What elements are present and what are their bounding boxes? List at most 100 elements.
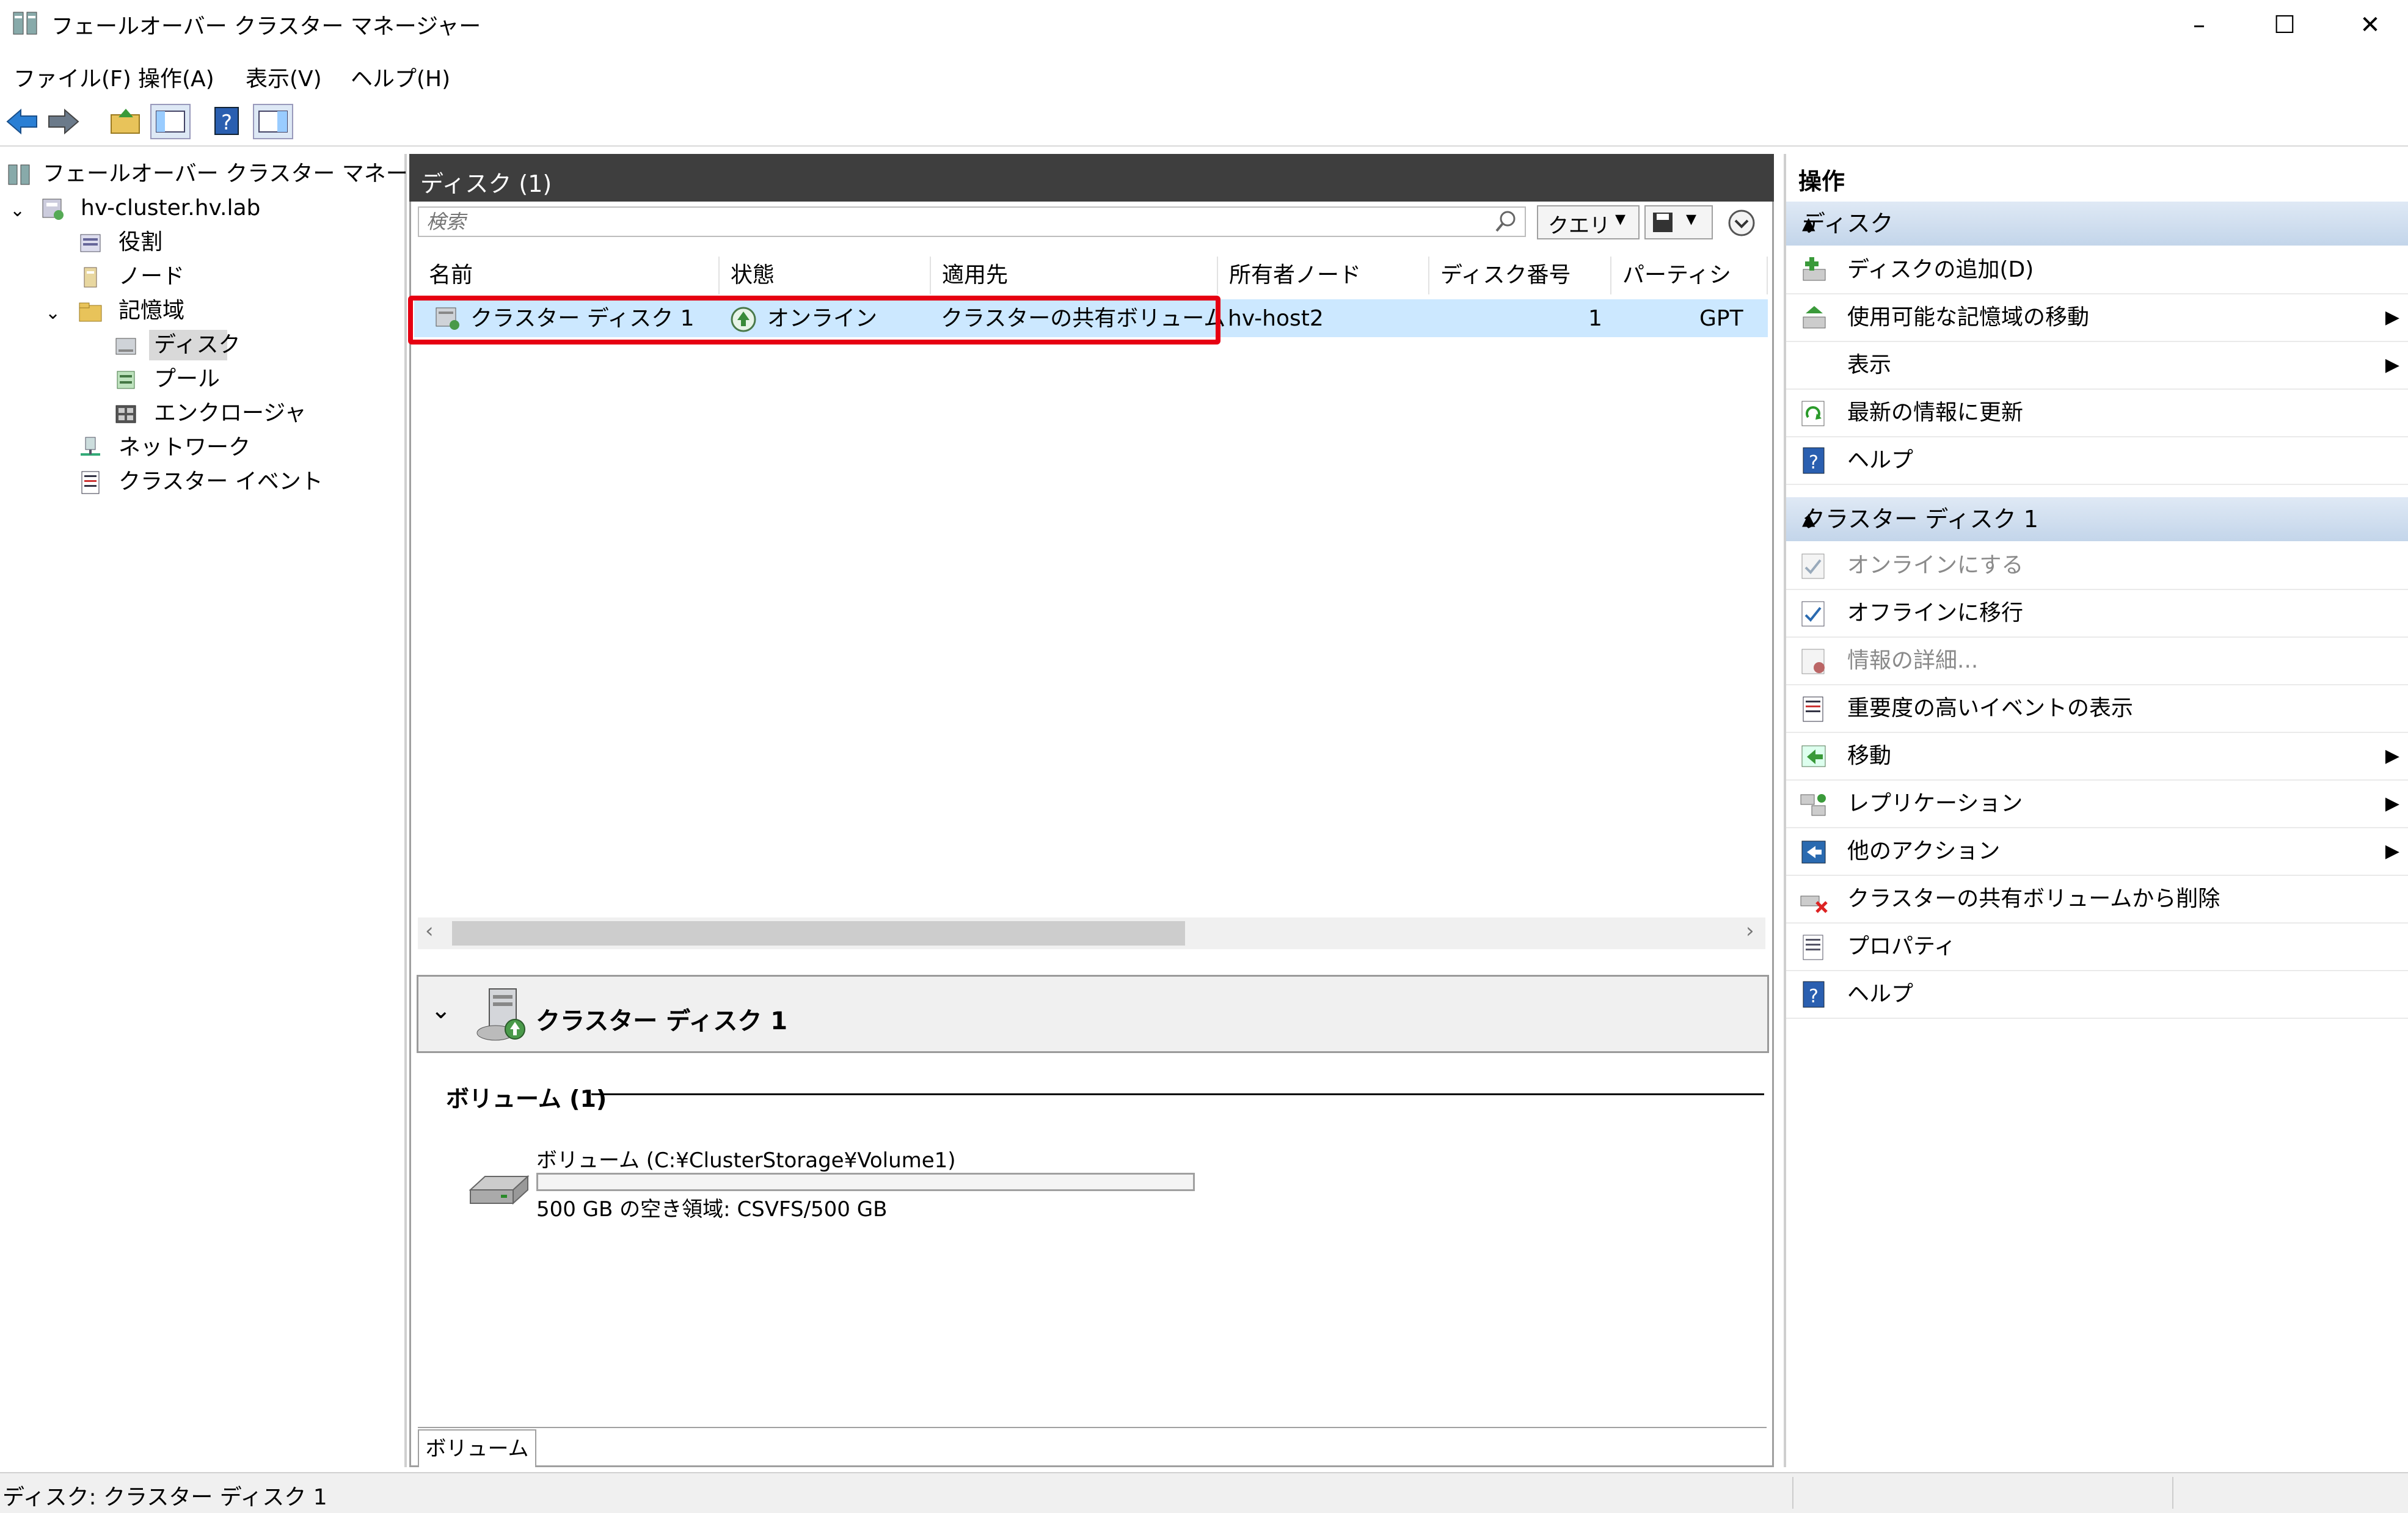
menu-action[interactable]: 操作(A) (138, 61, 214, 93)
row-partition: GPT (1699, 306, 1743, 331)
roles-icon (77, 230, 104, 257)
submenu-arrow-icon: ▶ (2385, 793, 2399, 814)
move-icon (1798, 742, 1829, 771)
tab-divider (418, 1427, 1767, 1428)
tree-item-events[interactable]: クラスター イベント (0, 465, 397, 498)
chevron-down-icon[interactable]: ⌄ (10, 194, 28, 221)
chevron-down-icon[interactable]: ⌄ (45, 297, 64, 324)
volume-usage-bar (536, 1173, 1195, 1191)
collapse-caret-icon[interactable]: ▲ (1802, 202, 2396, 246)
action-label: プロパティ (1847, 934, 1956, 959)
action-move-available-storage[interactable]: 使用可能な記憶域の移動 ▶ (1786, 294, 2408, 342)
action-help-cluster-disk[interactable]: ? ヘルプ (1786, 971, 2408, 1019)
query-label: クエリ (1548, 214, 1610, 238)
window-title: フェールオーバー クラスター マネージャー (51, 14, 481, 39)
action-add-disk[interactable]: ディスクの追加(D) (1786, 247, 2408, 294)
tab-volumes[interactable]: ボリューム (418, 1429, 536, 1467)
section-header-cluster-disk[interactable]: クラスター ディスク 1 ▲ (1786, 497, 2408, 541)
action-label: 最新の情報に更新 (1847, 400, 2024, 425)
drive-icon (467, 1168, 530, 1211)
collapse-chevron-icon[interactable]: ⌄ (431, 996, 451, 1024)
save-icon (1651, 210, 1675, 235)
submenu-arrow-icon: ▶ (2385, 745, 2399, 767)
action-move[interactable]: 移動 ▶ (1786, 733, 2408, 781)
column-header-name[interactable]: 名前 (418, 257, 720, 294)
tree-item-networks[interactable]: ネットワーク (0, 431, 397, 464)
info-details-icon (1798, 646, 1829, 676)
column-header-assigned-to[interactable]: 適用先 (931, 257, 1218, 294)
section-header-disks[interactable]: ディスク ▲ (1786, 202, 2408, 246)
tree-label-disks: ディスク (154, 332, 241, 357)
help-icon[interactable]: ? (211, 105, 242, 137)
show-hide-action-pane-icon[interactable] (253, 104, 293, 139)
status-divider (2172, 1477, 2173, 1509)
menu-view[interactable]: 表示(V) (246, 61, 322, 93)
refresh-icon (1798, 398, 1829, 428)
collapse-caret-icon[interactable]: ▲ (1802, 497, 2396, 541)
column-header-owner-node[interactable]: 所有者ノード (1218, 257, 1429, 294)
back-arrow-icon[interactable] (5, 106, 39, 137)
menu-file[interactable]: ファイル(F) (13, 61, 131, 93)
action-properties[interactable]: プロパティ (1786, 924, 2408, 971)
search-box[interactable] (418, 206, 1526, 237)
actions-title: 操作 (1798, 168, 1845, 195)
search-input[interactable] (419, 208, 1472, 236)
action-show-critical-events[interactable]: 重要度の高いイベントの表示 (1786, 685, 2408, 733)
search-icon[interactable] (1492, 208, 1520, 236)
column-header-partition[interactable]: パーティショ… (1611, 257, 1768, 326)
tree-label-roles: 役割 (119, 230, 163, 255)
scrollbar-thumb[interactable] (452, 921, 1185, 946)
tree-item-nodes[interactable]: ノード (0, 260, 397, 293)
actions-pane-header: 操作 (1786, 156, 2408, 195)
volume-name[interactable]: ボリューム (C:¥ClusterStorage¥Volume1) (536, 1143, 956, 1173)
action-more-info[interactable]: 情報の詳細... (1786, 638, 2408, 685)
action-view[interactable]: 表示 ▶ (1786, 342, 2408, 390)
action-bring-online[interactable]: オンラインにする (1786, 542, 2408, 590)
tree-item-storage[interactable]: ⌄ 記憶域 (0, 294, 397, 327)
action-help-disks[interactable]: ? ヘルプ (1786, 437, 2408, 485)
tree-item-pools[interactable]: プール (0, 363, 397, 396)
expand-circle-icon[interactable] (1726, 208, 1757, 238)
toolbar: ? (0, 98, 2408, 147)
tree-item-cluster[interactable]: ⌄ hv-cluster.hv.lab (0, 192, 397, 225)
scroll-left-icon[interactable]: ‹ (425, 919, 434, 943)
forward-arrow-icon[interactable] (46, 106, 81, 137)
status-divider (1792, 1477, 1793, 1509)
detail-title: クラスター ディスク 1 (536, 1007, 788, 1035)
action-label: レプリケーション (1847, 791, 2023, 816)
column-header-status[interactable]: 状態 (720, 257, 931, 294)
more-actions-icon (1798, 837, 1829, 866)
action-label: オンラインにする (1847, 553, 2024, 578)
row-disk-number: 1 (1588, 306, 1602, 331)
show-hide-tree-icon[interactable] (150, 104, 191, 139)
action-replication[interactable]: レプリケーション ▶ (1786, 781, 2408, 828)
tree-item-roles[interactable]: 役割 (0, 226, 397, 259)
scroll-right-icon[interactable]: › (1746, 919, 1754, 943)
tree-item-disks[interactable]: ディスク (0, 329, 397, 362)
add-disk-icon (1798, 255, 1829, 285)
action-label: 表示 (1847, 352, 1892, 377)
tree-item-root[interactable]: フェールオーバー クラスター マネージャー (0, 158, 472, 191)
action-refresh[interactable]: 最新の情報に更新 (1786, 390, 2408, 437)
detail-header: ⌄ クラスター ディスク 1 (417, 975, 1769, 1053)
column-header-disk-number[interactable]: ディスク番号 (1429, 257, 1611, 294)
submenu-arrow-icon: ▶ (2385, 307, 2399, 328)
tree-item-enclosures[interactable]: エンクロージャ (0, 397, 397, 430)
action-remove-from-csv[interactable]: クラスターの共有ボリュームから削除 (1786, 876, 2408, 924)
nodes-icon (77, 264, 104, 291)
close-button[interactable]: ✕ (2327, 0, 2408, 50)
minimize-button[interactable]: – (2156, 0, 2242, 50)
replication-icon (1798, 789, 1829, 818)
maximize-button[interactable]: ☐ (2242, 0, 2327, 50)
action-more-actions[interactable]: 他のアクション ▶ (1786, 828, 2408, 876)
take-offline-icon (1798, 599, 1829, 628)
highlight-rectangle (408, 296, 1220, 345)
up-folder-icon[interactable] (109, 106, 143, 137)
save-query-dropdown[interactable]: ▾ (1644, 205, 1713, 239)
menu-help[interactable]: ヘルプ(H) (351, 61, 450, 93)
help-icon: ? (1798, 980, 1829, 1009)
action-take-offline[interactable]: オフラインに移行 (1786, 590, 2408, 638)
tree-label-root: フェールオーバー クラスター マネージャー (43, 161, 473, 186)
chevron-down-icon: ▾ (1615, 206, 1626, 231)
query-dropdown[interactable]: クエリ ▾ (1537, 205, 1640, 239)
